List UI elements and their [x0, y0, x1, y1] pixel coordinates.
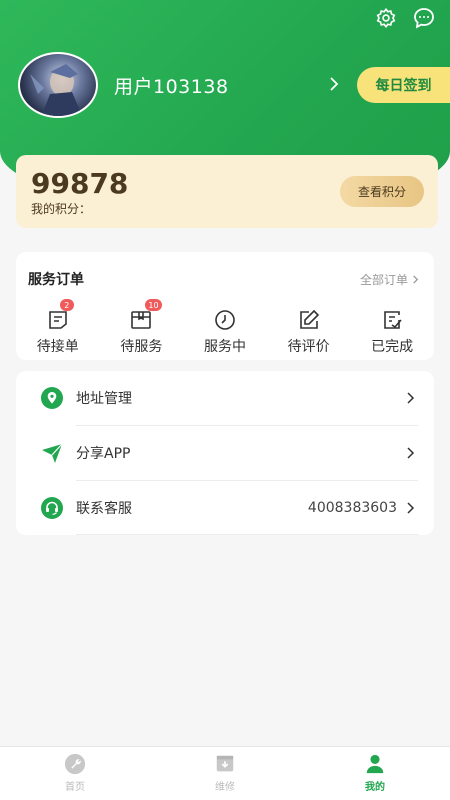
points-value: 99878: [31, 167, 129, 200]
repair-box-icon: [216, 755, 234, 772]
order-status-label: 已完成: [371, 339, 414, 355]
top-actions: [374, 6, 436, 30]
pending-order-icon: [48, 311, 67, 329]
customer-service-phone: 4008383603: [307, 500, 397, 516]
menu-item-share[interactable]: 分享APP: [16, 426, 434, 480]
menu-item-label: 地址管理: [76, 391, 132, 407]
view-points-button[interactable]: 查看积分: [340, 176, 424, 207]
order-status-pending[interactable]: 2 待接单: [16, 299, 100, 356]
tab-label: 首页: [65, 782, 85, 793]
order-status-to-review[interactable]: 待评价: [267, 308, 351, 356]
chevron-right-icon: [413, 275, 419, 284]
orders-title: 服务订单: [28, 272, 84, 288]
completed-check-icon: [384, 311, 402, 329]
tab-home[interactable]: 首页: [0, 747, 150, 800]
wrench-home-icon: [64, 753, 86, 775]
chevron-right-icon[interactable]: [326, 76, 342, 92]
username[interactable]: 用户103138: [114, 72, 229, 99]
tab-label: 我的: [365, 782, 385, 793]
clock-icon: [215, 310, 235, 330]
settings-menu: 地址管理 分享APP 联系客服 4008383603: [16, 371, 434, 535]
tab-mine[interactable]: 我的: [300, 747, 450, 800]
service-box-icon: [131, 311, 152, 329]
view-all-orders-link[interactable]: 全部订单: [360, 271, 420, 288]
points-label: 我的积分：: [31, 202, 92, 216]
menu-item-label: 联系客服: [76, 501, 132, 517]
settings-icon[interactable]: [374, 6, 398, 30]
service-orders-card: 服务订单 全部订单 2 待接单 10 待服务 服务中 待评价 已完成: [16, 252, 434, 360]
customer-service-icon: [41, 497, 63, 519]
view-all-orders-label: 全部订单: [359, 273, 408, 287]
order-status-label: 待服务: [120, 339, 163, 355]
tab-repair[interactable]: 维修: [150, 747, 300, 800]
chevron-right-icon: [407, 447, 415, 459]
order-status-row: 2 待接单 10 待服务 服务中 待评价 已完成: [16, 299, 434, 356]
menu-item-address[interactable]: 地址管理: [16, 371, 434, 425]
message-icon[interactable]: [412, 6, 436, 30]
order-status-to-serve[interactable]: 10 待服务: [100, 299, 184, 356]
share-send-icon: [42, 443, 63, 463]
order-status-label: 服务中: [203, 339, 246, 355]
daily-checkin-button[interactable]: 每日签到: [357, 67, 450, 103]
tab-label: 维修: [215, 782, 235, 793]
divider: [76, 534, 418, 535]
menu-item-label: 分享APP: [76, 446, 131, 462]
order-badge: 2: [59, 299, 74, 311]
edit-review-icon: [299, 309, 319, 329]
order-badge: 10: [145, 299, 162, 311]
order-status-label: 待评价: [287, 339, 330, 355]
bottom-tab-bar: 首页 维修 我的: [0, 746, 450, 800]
chevron-right-icon: [407, 502, 415, 514]
location-icon: [41, 387, 63, 409]
person-icon: [366, 754, 384, 774]
order-status-completed[interactable]: 已完成: [350, 308, 434, 356]
points-card: 99878 我的积分： 查看积分: [16, 155, 438, 228]
avatar[interactable]: [18, 52, 98, 118]
chevron-right-icon: [407, 392, 415, 404]
order-status-label: 待接单: [36, 339, 79, 355]
menu-item-customer-service[interactable]: 联系客服 4008383603: [16, 481, 434, 535]
order-status-in-service[interactable]: 服务中: [183, 308, 267, 356]
